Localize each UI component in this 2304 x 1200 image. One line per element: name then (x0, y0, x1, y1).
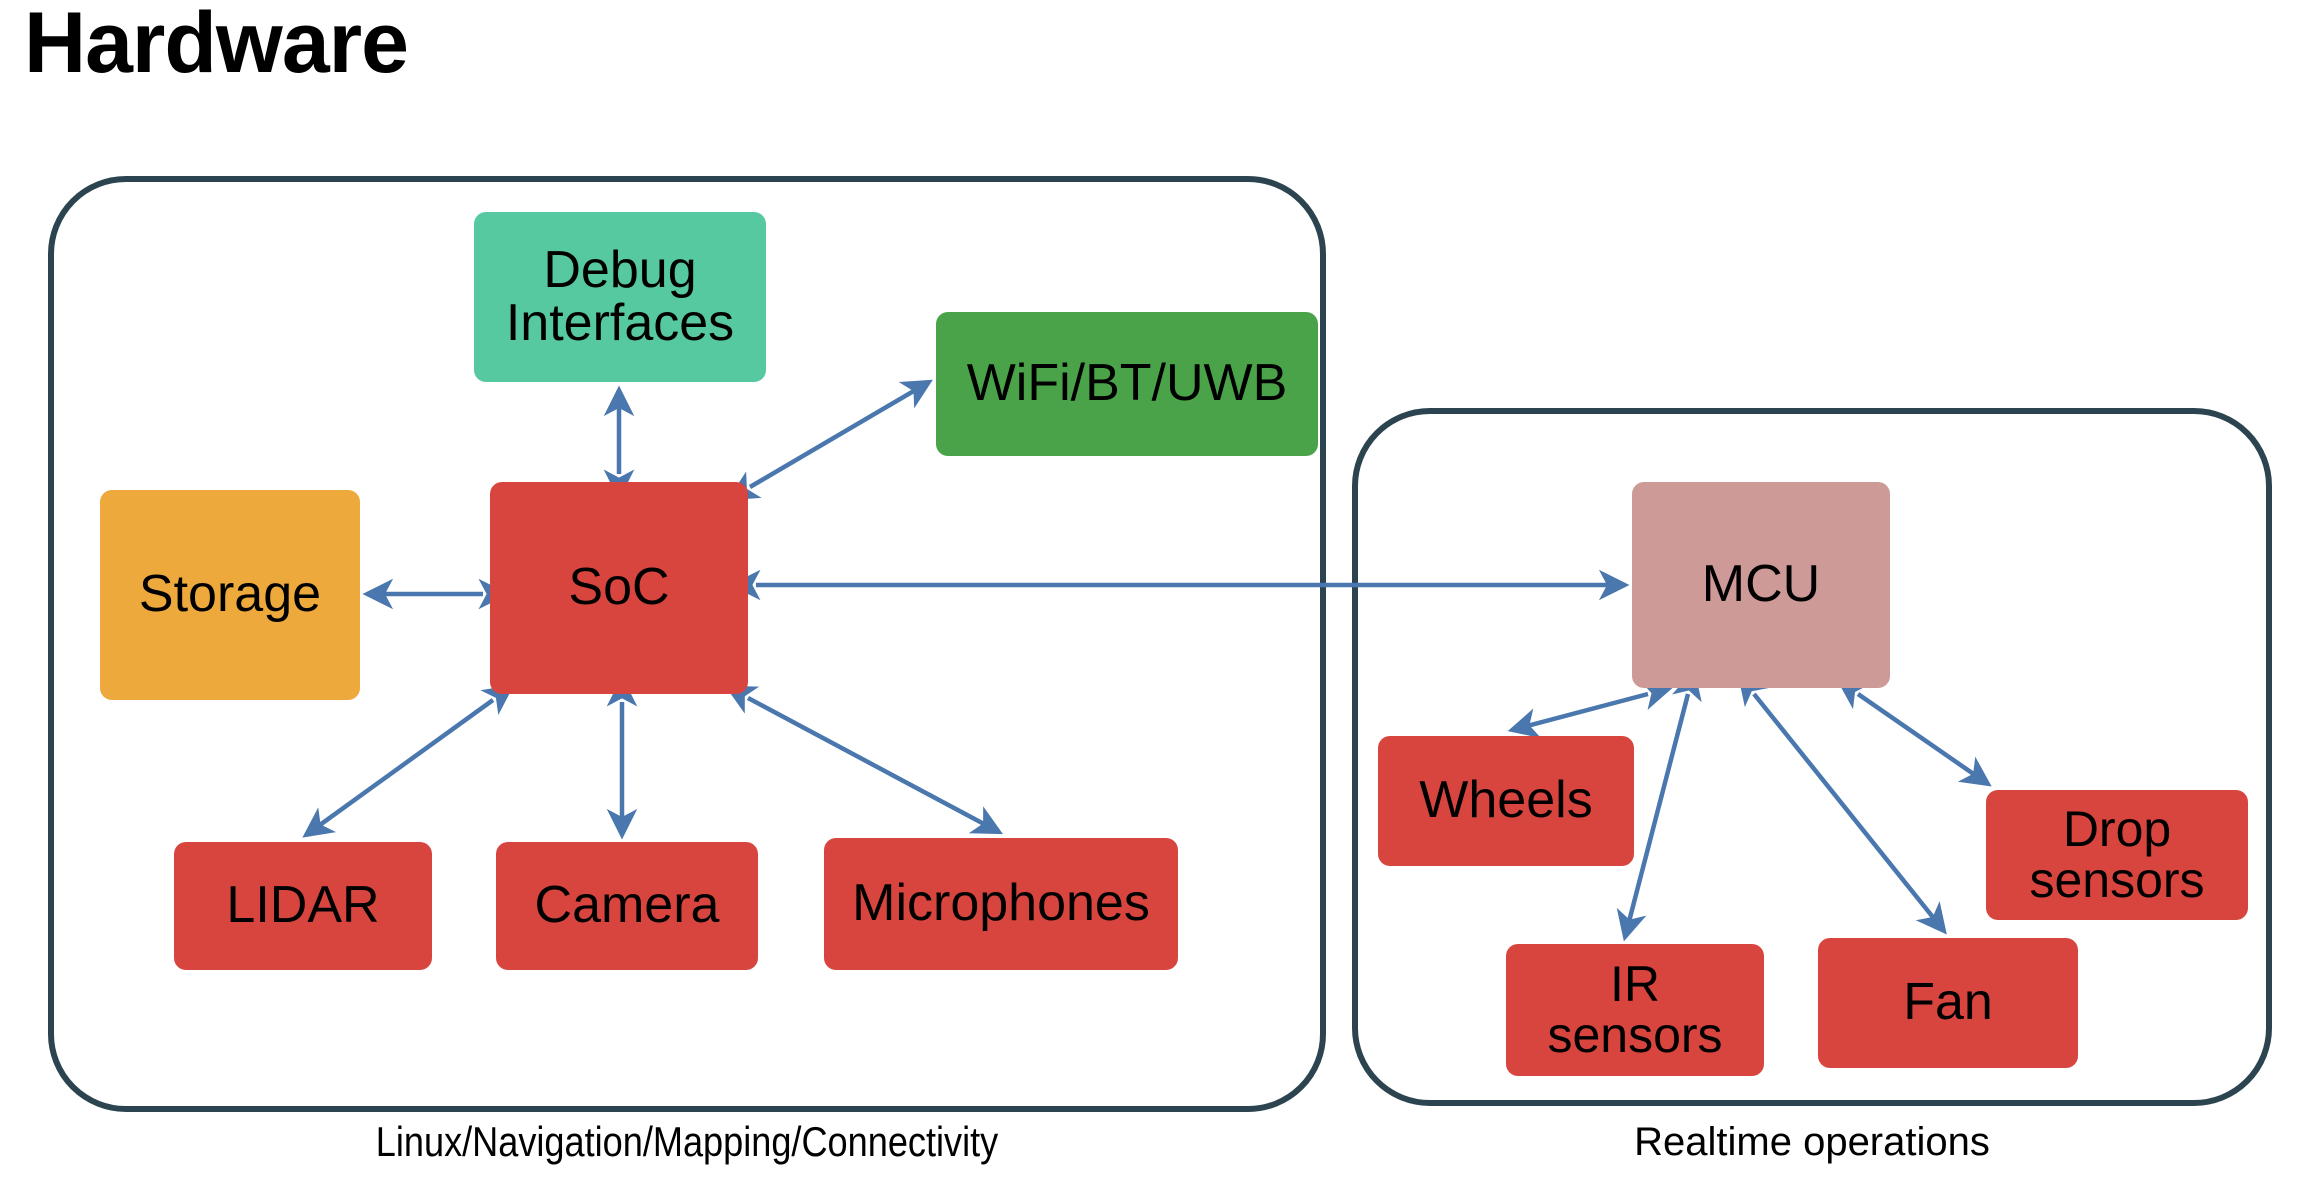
node-fan[interactable]: Fan (1818, 938, 2078, 1068)
node-wheels[interactable]: Wheels (1378, 736, 1634, 866)
diagram-canvas: Hardware Debug Interfaces WiFi/BT/UWB St… (0, 0, 2304, 1200)
node-mcu[interactable]: MCU (1632, 482, 1890, 688)
node-lidar[interactable]: LIDAR (174, 842, 432, 970)
node-microphones-label: Microphones (852, 874, 1150, 933)
node-storage[interactable]: Storage (100, 490, 360, 700)
node-debug-interfaces-label: Debug Interfaces (505, 240, 735, 352)
node-microphones[interactable]: Microphones (824, 838, 1178, 970)
node-mcu-label: MCU (1701, 555, 1821, 614)
group-caption-linux: Linux/Navigation/Mapping/Connectivity (375, 1118, 999, 1165)
node-ir-sensors-label: IR sensors (1547, 956, 1723, 1063)
node-fan-label: Fan (1903, 973, 1993, 1032)
node-wifi-bt-uwb-label: WiFi/BT/UWB (966, 354, 1288, 413)
node-soc[interactable]: SoC (490, 482, 748, 694)
node-wheels-label: Wheels (1419, 771, 1593, 830)
node-drop-sensors[interactable]: Drop sensors (1986, 790, 2248, 920)
node-soc-label: SoC (568, 558, 670, 617)
node-camera-label: Camera (534, 876, 720, 935)
node-debug-interfaces[interactable]: Debug Interfaces (474, 212, 766, 382)
node-ir-sensors[interactable]: IR sensors (1506, 944, 1764, 1076)
node-drop-sensors-label: Drop sensors (2029, 801, 2205, 908)
page-title: Hardware (24, 0, 409, 91)
node-wifi-bt-uwb[interactable]: WiFi/BT/UWB (936, 312, 1318, 456)
node-lidar-label: LIDAR (226, 876, 380, 935)
node-storage-label: Storage (138, 565, 322, 624)
group-caption-realtime: Realtime operations (1634, 1120, 1990, 1164)
node-camera[interactable]: Camera (496, 842, 758, 970)
